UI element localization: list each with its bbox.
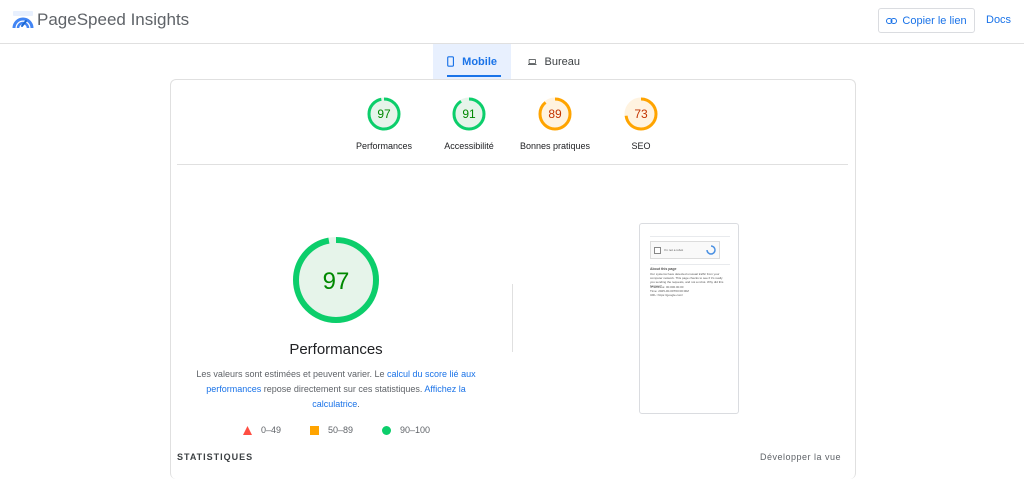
top-bar: PageSpeed Insights Copier le lien Docs	[0, 0, 1024, 44]
legend-pass: 90–100	[382, 424, 430, 436]
legend-average-label: 50–89	[328, 425, 354, 435]
category-score: 89	[548, 107, 562, 121]
screenshot-url: URL: https://google.com/	[650, 293, 684, 297]
category-gauge-1[interactable]: 91 Accessibilité	[419, 96, 519, 151]
performance-description: Les valeurs sont estimées et peuvent var…	[190, 367, 482, 412]
section-divider	[177, 164, 848, 165]
captcha-checkbox	[654, 247, 661, 254]
category-gauge-2[interactable]: 89 Bonnes pratiques	[505, 96, 605, 151]
desc-text-2: repose directement sur ces statistiques.	[261, 384, 425, 394]
copy-link-button[interactable]: Copier le lien	[878, 8, 975, 33]
page-screenshot: I'm not a robot About this page Our syst…	[639, 223, 739, 414]
tab-mobile[interactable]: Mobile	[433, 44, 511, 79]
square-icon	[310, 425, 319, 435]
category-score: 91	[462, 107, 476, 121]
expand-view-toggle[interactable]: Développer la vue	[760, 452, 841, 462]
tab-mobile-label: Mobile	[462, 55, 497, 68]
category-gauge-3[interactable]: 73 SEO	[591, 96, 691, 151]
screenshot-rule	[650, 236, 730, 237]
pagespeed-logo-icon[interactable]	[12, 10, 34, 30]
app-title: PageSpeed Insights	[37, 10, 190, 29]
legend-pass-label: 90–100	[400, 425, 431, 435]
tab-desktop-label: Bureau	[544, 55, 580, 68]
triangle-icon	[243, 425, 252, 435]
link-icon	[886, 17, 898, 24]
performance-score: 97	[323, 268, 350, 295]
vertical-separator	[512, 284, 513, 352]
legend-fail: 0–49	[243, 424, 281, 436]
circle-icon	[382, 425, 391, 435]
captcha-label: I'm not a robot	[664, 248, 684, 252]
recaptcha-icon	[706, 245, 716, 255]
legend-average: 50–89	[310, 424, 353, 436]
category-label: Accessibilité	[444, 141, 494, 151]
category-gauge-ring: 91	[452, 97, 486, 131]
desc-text-1: Les valeurs sont estimées et peuvent var…	[196, 369, 388, 379]
screenshot-captcha: I'm not a robot	[650, 241, 720, 259]
docs-link[interactable]: Docs	[986, 14, 1011, 26]
tab-desktop[interactable]: Bureau	[514, 44, 594, 79]
screenshot-heading: About this page	[650, 267, 677, 271]
category-score: 97	[377, 107, 391, 121]
category-label: Bonnes pratiques	[519, 141, 591, 151]
smartphone-icon	[447, 56, 455, 67]
desc-text-3: .	[357, 399, 360, 409]
legend-fail-label: 0–49	[261, 425, 282, 435]
copy-link-label: Copier le lien	[902, 14, 967, 27]
category-gauge-ring: 73	[624, 97, 658, 131]
category-gauge-ring: 97	[367, 97, 401, 131]
category-label: SEO	[631, 141, 651, 151]
statistics-heading: STATISTIQUES	[177, 452, 254, 462]
laptop-icon	[528, 58, 537, 65]
performance-gauge: 97	[293, 237, 379, 323]
screenshot-rule-2	[650, 264, 730, 265]
performance-title: Performances	[289, 341, 383, 358]
category-score: 73	[634, 107, 648, 121]
category-gauge-ring: 89	[538, 97, 572, 131]
